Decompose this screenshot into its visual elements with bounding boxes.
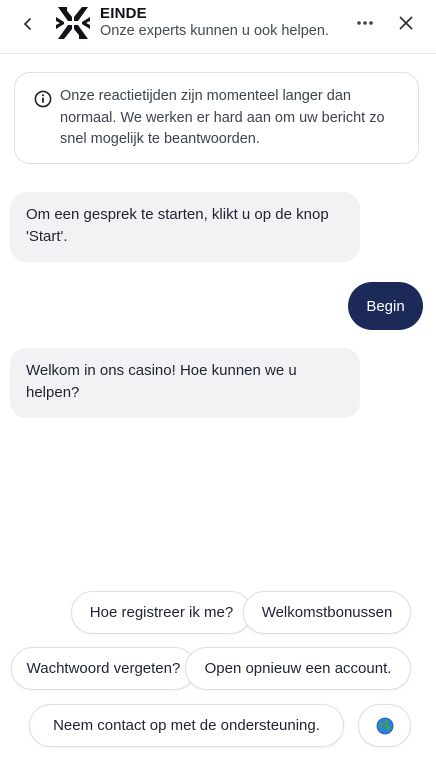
- brand-logo: [56, 7, 90, 39]
- quick-reply-register[interactable]: Hoe registreer ik me?: [71, 591, 252, 634]
- header-title: EINDE: [100, 5, 147, 22]
- language-button[interactable]: [358, 704, 411, 747]
- response-time-notice: Onze reactietijden zijn momenteel langer…: [14, 72, 419, 164]
- more-options-button[interactable]: [353, 11, 377, 35]
- quick-reply-welcome-bonuses[interactable]: Welkomstbonussen: [243, 591, 411, 634]
- chat-header: EINDE Onze experts kunnen u ook helpen.: [0, 0, 436, 54]
- header-subtitle: Onze experts kunnen u ook helpen.: [100, 23, 329, 39]
- bot-message: Welkom in ons casino! Hoe kunnen we u he…: [10, 348, 360, 418]
- user-message: Begin: [348, 282, 423, 330]
- quick-reply-contact-support[interactable]: Neem contact op met de ondersteuning.: [29, 704, 344, 747]
- more-horizontal-icon: [357, 21, 373, 25]
- close-button[interactable]: [394, 11, 418, 35]
- info-icon: [34, 90, 52, 108]
- back-button[interactable]: [16, 12, 40, 36]
- quick-reply-forgot-password[interactable]: Wachtwoord vergeten?: [11, 647, 196, 690]
- notice-text: Onze reactietijden zijn momenteel langer…: [60, 88, 385, 147]
- chevron-left-icon: [24, 18, 31, 30]
- close-icon: [399, 16, 413, 30]
- globe-icon: [376, 717, 393, 734]
- quick-reply-reopen-account[interactable]: Open opnieuw een account.: [185, 647, 411, 690]
- bot-message: Om een gesprek te starten, klikt u op de…: [10, 192, 360, 262]
